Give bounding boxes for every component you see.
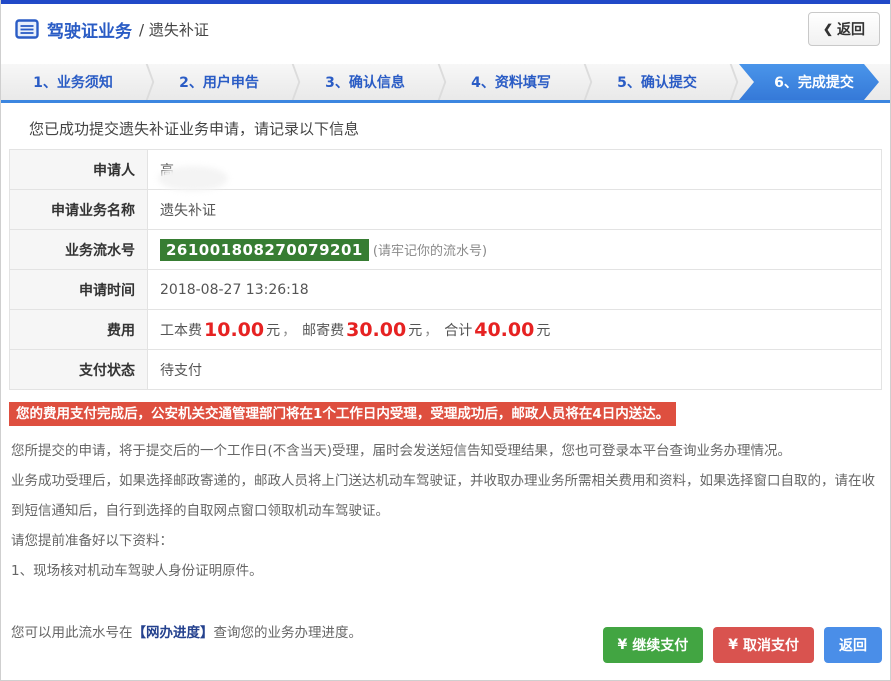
page-title: 驾驶证业务 xyxy=(47,21,132,42)
back-bottom-label: 返回 xyxy=(839,638,867,654)
serial-value-cell: 261001808270079201 (请牢记你的流水号) xyxy=(148,230,881,269)
step-separator-icon xyxy=(575,64,593,100)
fee-comma: ， xyxy=(424,322,439,339)
fee-comma: ， xyxy=(282,322,297,339)
note-line: 您所提交的申请，将于提交后的一个工作日(不含当天)受理，届时会发送短信告知受理结… xyxy=(11,443,792,460)
submission-info-table: 申请人 高 申请业务名称 遗失补证 业务流水号 2610018082700792… xyxy=(9,149,882,390)
step-tab-4[interactable]: 4、资料填写 xyxy=(447,64,575,100)
step-tab-2[interactable]: 2、用户申告 xyxy=(155,64,283,100)
instruction-notes: 您所提交的申请，将于提交后的一个工作日(不含当天)受理，届时会发送短信告知受理结… xyxy=(11,436,880,586)
service-list-icon xyxy=(15,19,39,39)
progress-hint-suffix: 查询您的业务办理进度。 xyxy=(213,625,363,642)
success-message: 您已成功提交遗失补证业务申请，请记录以下信息 xyxy=(29,120,360,138)
step-tab-5[interactable]: 5、确认提交 xyxy=(593,64,721,100)
note-line: 业务成功受理后，如果选择邮政寄递的，邮政人员将上门送达机动车驾驶证，并收取办理业… xyxy=(11,473,875,520)
fee-label: 费用 xyxy=(10,310,148,349)
serial-note: (请牢记你的流水号) xyxy=(372,244,488,259)
table-row-service: 申请业务名称 遗失补证 xyxy=(9,190,882,230)
page: 驾驶证业务 / 遗失补证 ❮ 返回 1、业务须知 2、用户申告 3、确认信息 4… xyxy=(0,0,891,681)
yuan-icon: ¥ xyxy=(617,637,628,653)
apply-time-value: 2018-08-27 13:26:18 xyxy=(160,281,309,298)
service-name-label: 申请业务名称 xyxy=(10,190,148,229)
table-row-time: 申请时间 2018-08-27 13:26:18 xyxy=(9,270,882,310)
table-row-fee: 费用 工本费 10.00 元 ， 邮寄费 30.00 元 ， 合计 40.00 … xyxy=(9,310,882,350)
fee-total-amount: 40.00 xyxy=(474,318,535,341)
cancel-pay-button[interactable]: ¥ 取消支付 xyxy=(713,627,814,663)
note-line: 请您提前准备好以下资料： xyxy=(11,533,173,550)
note-line: 1、现场核对机动车驾驶人身份证明原件。 xyxy=(11,563,263,580)
step-progress-bar: 1、业务须知 2、用户申告 3、确认信息 4、资料填写 5、确认提交 6、完成提… xyxy=(1,64,890,103)
fee-unit: 元 xyxy=(408,322,423,339)
continue-pay-button[interactable]: ¥ 继续支付 xyxy=(602,627,704,663)
back-button-label: 返回 xyxy=(837,21,865,37)
payment-warning-banner: 您的费用支付完成后，公安机关交通管理部门将在1个工作日内受理，受理成功后，邮政人… xyxy=(9,402,677,427)
progress-hint-prefix: 您可以用此流水号在 xyxy=(11,625,133,642)
yuan-icon: ¥ xyxy=(728,637,738,653)
step-tab-3[interactable]: 3、确认信息 xyxy=(301,64,429,100)
step-separator-icon xyxy=(283,64,301,100)
step-tab-6-active[interactable]: 6、完成提交 xyxy=(739,64,879,100)
step-tab-1[interactable]: 1、业务须知 xyxy=(9,64,137,100)
page-header: 驾驶证业务 / 遗失补证 ❮ 返回 xyxy=(1,4,890,54)
fee-item1-label: 工本费 xyxy=(160,322,202,339)
fee-unit: 元 xyxy=(266,322,281,339)
breadcrumb-current: / 遗失补证 xyxy=(139,20,209,39)
applicant-value: 高 xyxy=(148,150,881,189)
step-separator-icon xyxy=(721,64,739,100)
footer-actions: ¥ 继续支付 ¥ 取消支付 返回 xyxy=(602,627,882,663)
continue-pay-label: 继续支付 xyxy=(632,638,689,654)
step-separator-icon xyxy=(429,64,447,100)
pay-status-value: 待支付 xyxy=(160,362,202,379)
fee-item2-label: 邮寄费 xyxy=(302,322,345,339)
fee-value-cell: 工本费 10.00 元 ， 邮寄费 30.00 元 ， 合计 40.00 元 xyxy=(148,310,881,349)
fee-item1-amount: 10.00 xyxy=(204,318,265,341)
chevron-left-icon: ❮ xyxy=(822,22,833,36)
table-row-serial: 业务流水号 261001808270079201 (请牢记你的流水号) xyxy=(9,230,882,270)
service-name-value: 遗失补证 xyxy=(160,202,216,219)
progress-menu-reference: 【网办进度】 xyxy=(132,625,214,642)
back-button-top[interactable]: ❮ 返回 xyxy=(807,12,880,46)
fee-item2-amount: 30.00 xyxy=(346,318,407,341)
step-separator-icon xyxy=(137,64,155,100)
applicant-label: 申请人 xyxy=(10,150,148,189)
fee-total-label: 合计 xyxy=(444,322,473,339)
cancel-pay-label: 取消支付 xyxy=(743,638,799,654)
serial-number-badge: 261001808270079201 xyxy=(160,238,369,261)
serial-label: 业务流水号 xyxy=(10,230,148,269)
back-button-bottom[interactable]: 返回 xyxy=(824,627,882,663)
fee-unit: 元 xyxy=(536,322,551,339)
table-row-status: 支付状态 待支付 xyxy=(9,350,882,390)
table-row-applicant: 申请人 高 xyxy=(9,150,882,190)
apply-time-label: 申请时间 xyxy=(10,270,148,309)
pay-status-label: 支付状态 xyxy=(10,350,148,389)
applicant-name-redacted: 高 xyxy=(160,162,174,179)
